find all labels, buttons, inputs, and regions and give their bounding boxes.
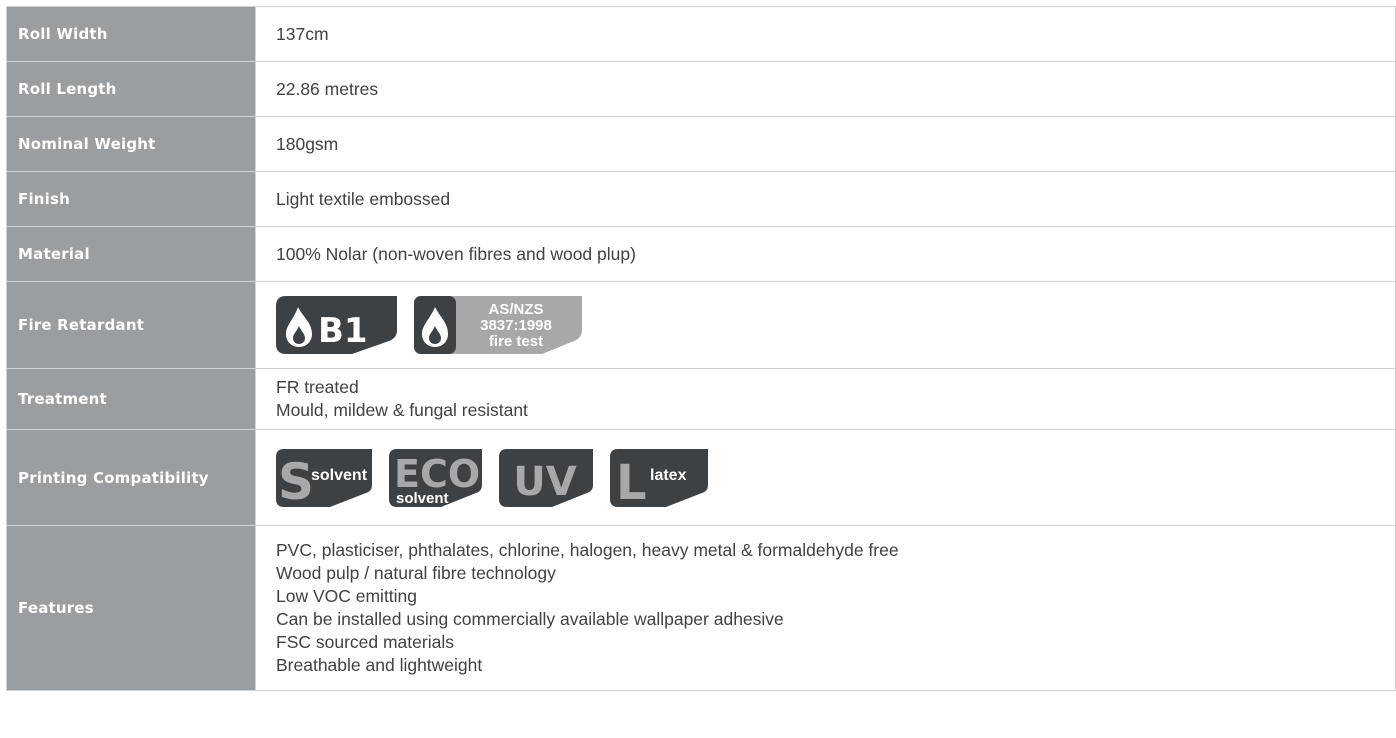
spec-label: Printing Compatibility — [6, 429, 256, 526]
eco-badge-bottom: solvent — [396, 490, 449, 507]
treatment-value: FR treated Mould, mildew & fungal resist… — [255, 368, 1396, 430]
spec-label: Finish — [6, 171, 256, 227]
spec-row-roll-length: Roll Length 22.86 metres — [6, 61, 1396, 117]
asnzs-line2: 3837:1998 — [480, 317, 552, 334]
spec-row-roll-width: Roll Width 137cm — [6, 6, 1396, 62]
spec-label: Treatment — [6, 368, 256, 430]
spec-row-treatment: Treatment FR treated Mould, mildew & fun… — [6, 368, 1396, 430]
latex-ink-badge: L latex — [610, 448, 708, 507]
spec-row-fire-retardant: Fire Retardant B1 AS/NZS 3837:1998 fire … — [6, 281, 1396, 369]
treatment-line: Mould, mildew & fungal resistant — [276, 400, 528, 420]
spec-row-printing-compatibility: Printing Compatibility S solvent ECO sol… — [6, 429, 1396, 526]
b1-fire-rating-badge: B1 — [276, 296, 397, 354]
feature-line: PVC, plasticiser, phthalates, chlorine, … — [276, 540, 899, 560]
solvent-badge-word: solvent — [311, 467, 368, 484]
spec-label: Roll Width — [6, 6, 256, 62]
feature-line: Low VOC emitting — [276, 586, 418, 606]
solvent-badge-letter: S — [278, 453, 314, 507]
spec-row-material: Material 100% Nolar (non-woven fibres an… — [6, 226, 1396, 282]
feature-line: Breathable and lightweight — [276, 655, 483, 675]
spec-value: Light textile embossed — [255, 171, 1396, 227]
spec-value: 137cm — [255, 6, 1396, 62]
fire-badges: B1 AS/NZS 3837:1998 fire test — [255, 281, 1396, 369]
b1-badge-text: B1 — [318, 311, 368, 351]
spec-label: Fire Retardant — [6, 281, 256, 369]
spec-value: 22.86 metres — [255, 61, 1396, 117]
spec-row-features: Features PVC, plasticiser, phthalates, c… — [6, 525, 1396, 691]
spec-label: Material — [6, 226, 256, 282]
spec-table: Roll Width 137cm Roll Length 22.86 metre… — [6, 6, 1396, 691]
spec-row-finish: Finish Light textile embossed — [6, 171, 1396, 227]
features-value: PVC, plasticiser, phthalates, chlorine, … — [255, 525, 1396, 691]
asnzs-line3: fire test — [489, 333, 543, 350]
uv-ink-badge: UV — [499, 448, 593, 507]
printing-badges: S solvent ECO solvent UV L latex — [255, 429, 1396, 526]
uv-badge-text: UV — [513, 459, 576, 505]
feature-line: Can be installed using commercially avai… — [276, 609, 784, 629]
spec-value: 180gsm — [255, 116, 1396, 172]
solvent-ink-badge: S solvent — [276, 448, 372, 507]
feature-line: Wood pulp / natural fibre technology — [276, 563, 556, 583]
spec-row-nominal-weight: Nominal Weight 180gsm — [6, 116, 1396, 172]
spec-value: 100% Nolar (non-woven fibres and wood pl… — [255, 226, 1396, 282]
latex-badge-word: latex — [650, 467, 687, 484]
eco-solvent-ink-badge: ECO solvent — [389, 448, 482, 507]
asnzs-fire-test-badge: AS/NZS 3837:1998 fire test — [414, 296, 582, 354]
spec-label: Features — [6, 525, 256, 691]
spec-label: Roll Length — [6, 61, 256, 117]
asnzs-line1: AS/NZS — [488, 301, 543, 318]
spec-label: Nominal Weight — [6, 116, 256, 172]
treatment-line: FR treated — [276, 377, 359, 397]
latex-badge-letter: L — [616, 455, 647, 507]
feature-line: FSC sourced materials — [276, 632, 454, 652]
